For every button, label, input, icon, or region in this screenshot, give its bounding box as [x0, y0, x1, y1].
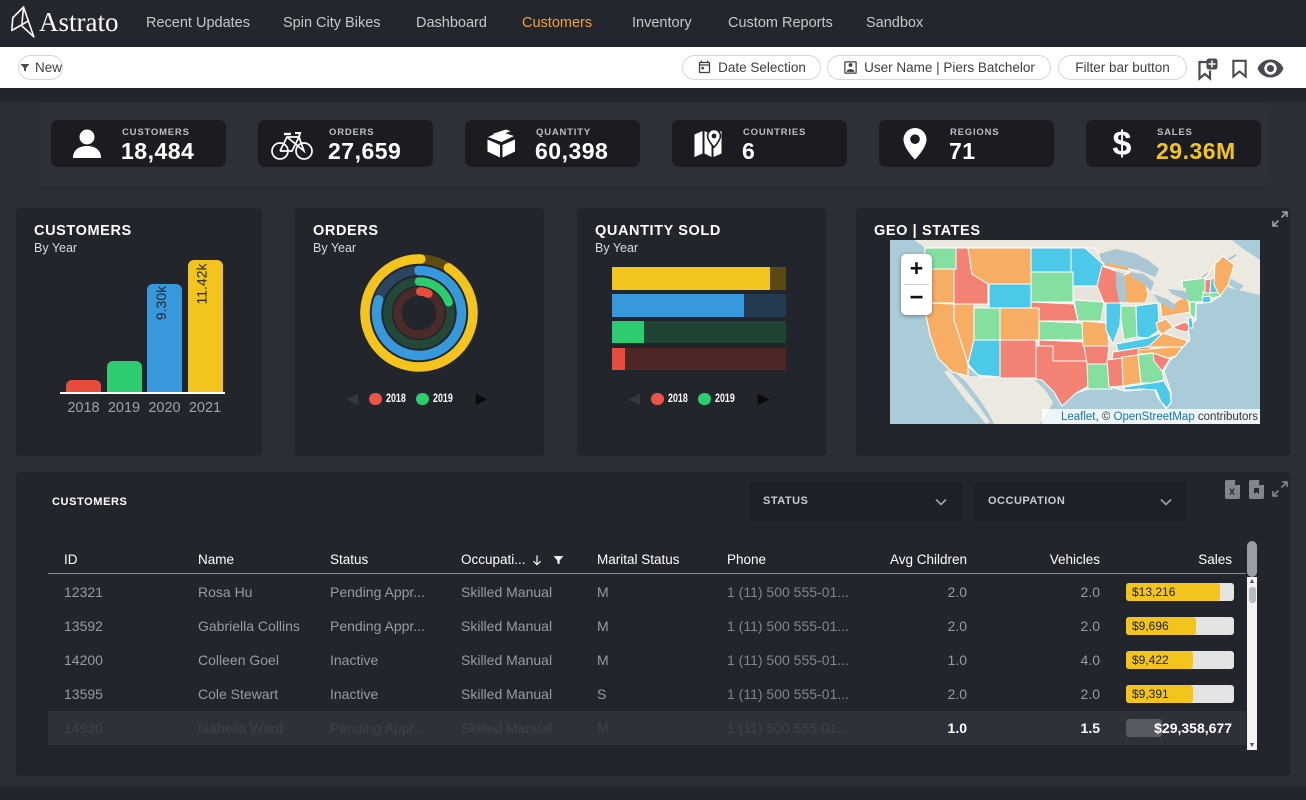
svg-text:X: X [1229, 487, 1235, 497]
svg-text:$: $ [1113, 125, 1132, 163]
